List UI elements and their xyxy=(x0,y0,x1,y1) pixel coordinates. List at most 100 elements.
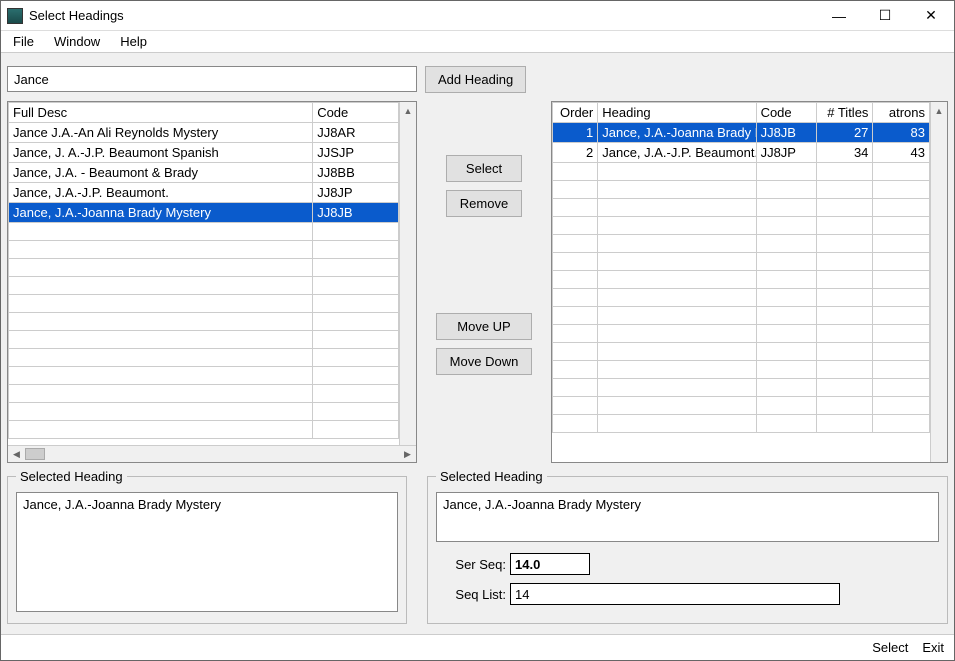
table-row[interactable] xyxy=(9,223,399,241)
cell-code xyxy=(313,403,399,421)
cell-patrons xyxy=(873,199,930,217)
table-row[interactable] xyxy=(553,181,930,199)
cell-patrons xyxy=(873,361,930,379)
cell-order xyxy=(553,271,598,289)
cell-order xyxy=(553,217,598,235)
table-row[interactable]: Jance, J.A. - Beaumont & BradyJJ8BB xyxy=(9,163,399,183)
left-vscrollbar[interactable]: ▲ xyxy=(399,102,416,445)
right-selected-legend: Selected Heading xyxy=(436,469,547,484)
table-row[interactable] xyxy=(9,421,399,439)
left-hscrollbar[interactable]: ◀ ▶ xyxy=(8,445,416,462)
cell-code: JJSJP xyxy=(313,143,399,163)
table-row[interactable] xyxy=(553,235,930,253)
col-heading[interactable]: Heading xyxy=(598,103,756,123)
status-exit[interactable]: Exit xyxy=(922,640,944,655)
table-row[interactable] xyxy=(553,307,930,325)
col-patrons[interactable]: atrons xyxy=(873,103,930,123)
table-row[interactable] xyxy=(9,259,399,277)
chevron-left-icon[interactable]: ◀ xyxy=(8,446,25,462)
cell-desc xyxy=(9,277,313,295)
cell-code xyxy=(756,271,816,289)
cell-titles xyxy=(816,235,873,253)
move-up-button[interactable]: Move UP xyxy=(436,313,532,340)
table-row[interactable] xyxy=(553,253,930,271)
cell-order: 1 xyxy=(553,123,598,143)
col-titles[interactable]: # Titles xyxy=(816,103,873,123)
table-row[interactable] xyxy=(553,343,930,361)
table-row[interactable] xyxy=(553,271,930,289)
table-row[interactable] xyxy=(553,361,930,379)
col-order[interactable]: Order xyxy=(553,103,598,123)
cell-patrons xyxy=(873,235,930,253)
table-row[interactable] xyxy=(553,163,930,181)
right-table[interactable]: Order Heading Code # Titles atrons 1Janc… xyxy=(551,101,948,463)
cell-code xyxy=(756,199,816,217)
table-row[interactable] xyxy=(9,403,399,421)
table-row[interactable] xyxy=(9,367,399,385)
search-input[interactable] xyxy=(7,66,417,92)
search-row xyxy=(7,59,417,99)
cell-patrons xyxy=(873,271,930,289)
cell-order xyxy=(553,163,598,181)
table-row[interactable] xyxy=(553,325,930,343)
table-row[interactable]: Jance, J. A.-J.P. Beaumont SpanishJJSJP xyxy=(9,143,399,163)
cell-desc xyxy=(9,295,313,313)
table-row[interactable] xyxy=(9,385,399,403)
cell-desc xyxy=(9,241,313,259)
col-full-desc[interactable]: Full Desc xyxy=(9,103,313,123)
col-code-right[interactable]: Code xyxy=(756,103,816,123)
move-down-button[interactable]: Move Down xyxy=(436,348,532,375)
ser-seq-input[interactable] xyxy=(510,553,590,575)
select-button[interactable]: Select xyxy=(446,155,522,182)
col-code[interactable]: Code xyxy=(313,103,399,123)
scroll-thumb[interactable] xyxy=(25,448,45,460)
chevron-up-icon[interactable]: ▲ xyxy=(931,102,947,119)
left-selected-text[interactable] xyxy=(16,492,398,612)
cell-code: JJ8JB xyxy=(313,203,399,223)
menu-window[interactable]: Window xyxy=(46,32,108,51)
table-row[interactable] xyxy=(9,241,399,259)
cell-code xyxy=(756,361,816,379)
close-button[interactable]: ✕ xyxy=(908,1,954,31)
chevron-right-icon[interactable]: ▶ xyxy=(399,446,416,462)
table-row[interactable] xyxy=(553,379,930,397)
cell-titles: 27 xyxy=(816,123,873,143)
add-heading-button[interactable]: Add Heading xyxy=(425,66,526,93)
table-row[interactable] xyxy=(553,397,930,415)
table-row[interactable]: Jance, J.A.-J.P. Beaumont.JJ8JP xyxy=(9,183,399,203)
menu-help[interactable]: Help xyxy=(112,32,155,51)
chevron-up-icon[interactable]: ▲ xyxy=(400,102,416,119)
table-row[interactable] xyxy=(9,331,399,349)
minimize-button[interactable]: — xyxy=(816,1,862,31)
cell-code xyxy=(313,223,399,241)
table-row[interactable]: 2Jance, J.A.-J.P. Beaumont.JJ8JP3443 xyxy=(553,143,930,163)
table-row[interactable] xyxy=(553,217,930,235)
cell-heading xyxy=(598,379,756,397)
table-row[interactable] xyxy=(9,295,399,313)
cell-desc: Jance, J.A.-J.P. Beaumont. xyxy=(9,183,313,203)
right-vscrollbar[interactable]: ▲ xyxy=(930,102,947,462)
cell-code xyxy=(756,343,816,361)
status-select[interactable]: Select xyxy=(872,640,908,655)
table-row[interactable] xyxy=(9,349,399,367)
app-icon xyxy=(7,8,23,24)
table-row[interactable] xyxy=(553,289,930,307)
table-row[interactable] xyxy=(9,277,399,295)
left-selected-legend: Selected Heading xyxy=(16,469,127,484)
table-row[interactable] xyxy=(553,415,930,433)
cell-heading xyxy=(598,163,756,181)
remove-button[interactable]: Remove xyxy=(446,190,522,217)
table-row[interactable] xyxy=(553,199,930,217)
table-row[interactable]: Jance, J.A.-Joanna Brady MysteryJJ8JB xyxy=(9,203,399,223)
table-row[interactable]: 1Jance, J.A.-Joanna Brady MJJ8JB2783 xyxy=(553,123,930,143)
left-table[interactable]: Full Desc Code Jance J.A.-An Ali Reynold… xyxy=(7,101,417,463)
cell-code xyxy=(756,325,816,343)
table-row[interactable] xyxy=(9,313,399,331)
maximize-button[interactable]: ☐ xyxy=(862,1,908,31)
cell-code: JJ8AR xyxy=(313,123,399,143)
menu-file[interactable]: File xyxy=(5,32,42,51)
table-row[interactable]: Jance J.A.-An Ali Reynolds MysteryJJ8AR xyxy=(9,123,399,143)
cell-heading xyxy=(598,289,756,307)
right-selected-text[interactable] xyxy=(436,492,939,542)
seq-list-input[interactable] xyxy=(510,583,840,605)
